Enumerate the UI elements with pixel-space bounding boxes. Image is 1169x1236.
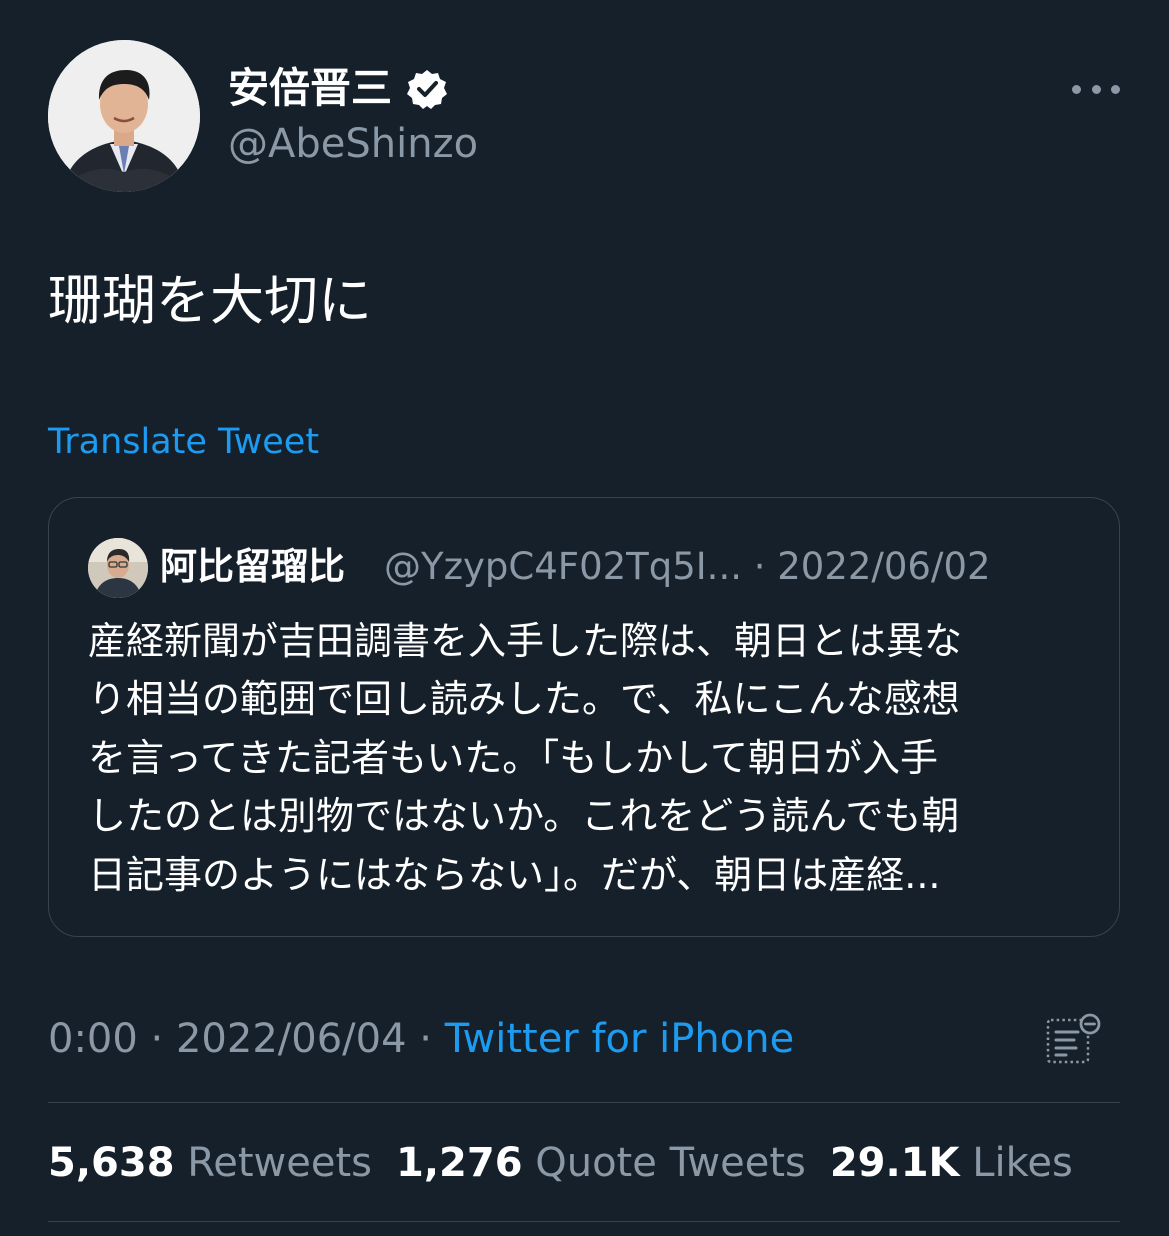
profile-photo-icon xyxy=(48,40,200,192)
quoted-author-meta: @YzypC4F02Tq5I... · 2022/06/02 xyxy=(384,542,991,592)
divider xyxy=(48,1221,1120,1222)
tweet-meta: 0:00 · 2022/06/04 · Twitter for iPhone xyxy=(48,1014,794,1064)
dot xyxy=(1111,84,1120,94)
meta-separator: · xyxy=(753,545,766,588)
quoted-author-handle: @YzypC4F02Tq5I... xyxy=(384,545,742,588)
tweet-time[interactable]: 0:00 xyxy=(48,1016,138,1062)
divider xyxy=(48,1102,1120,1103)
dot xyxy=(1091,84,1101,94)
likes-label: Likes xyxy=(972,1140,1073,1186)
likes-stat[interactable]: 29.1K Likes xyxy=(830,1140,1073,1186)
quoted-author-display-name: 阿比留瑠比 xyxy=(160,545,345,588)
tweet-date[interactable]: 2022/06/04 xyxy=(176,1016,407,1062)
tweet-source-link[interactable]: Twitter for iPhone xyxy=(445,1016,795,1062)
dot xyxy=(1072,84,1081,94)
tweet-text: 珊瑚を大切に xyxy=(48,269,372,332)
translate-tweet-link[interactable]: Translate Tweet xyxy=(48,420,319,464)
quoted-text-line: を言ってきた記者もいた。「もしかして朝日が入手 xyxy=(88,735,939,780)
quoted-text-line: り相当の範囲で回し読みした。で、私にこんな感想 xyxy=(88,677,960,722)
quoted-text-line: 日記事のようにはならない」。だが、朝日は産経... xyxy=(88,852,941,897)
quoted-tweet-text: 産経新聞が吉田調書を入手した際は、朝日とは異な り相当の範囲で回し読みした。で、… xyxy=(88,612,1088,904)
quote-tweets-stat[interactable]: 1,276 Quote Tweets xyxy=(396,1140,806,1186)
quoted-tweet-date: 2022/06/02 xyxy=(777,545,991,588)
likes-count: 29.1K xyxy=(829,1140,960,1186)
verified-badge-icon xyxy=(406,68,448,110)
author-avatar[interactable] xyxy=(48,40,200,192)
tweet-stats: 5,638 Retweets 1,276 Quote Tweets 29.1K Li… xyxy=(48,1136,1097,1190)
quoted-profile-photo-icon xyxy=(88,538,148,598)
analytics-icon[interactable] xyxy=(1044,1012,1102,1066)
quoted-author-avatar[interactable] xyxy=(88,538,148,598)
quote-tweets-count: 1,276 xyxy=(396,1140,523,1186)
retweets-count: 5,638 xyxy=(48,1140,175,1186)
quoted-text-line: 産経新聞が吉田調書を入手した際は、朝日とは異な xyxy=(88,619,963,663)
quoted-text-line: したのとは別物ではないか。これをどう読んでも朝 xyxy=(88,794,960,839)
quote-tweets-label: Quote Tweets xyxy=(535,1140,806,1186)
more-options-icon[interactable] xyxy=(1072,72,1120,106)
author-handle[interactable]: @AbeShinzo xyxy=(228,118,478,170)
retweets-stat[interactable]: 5,638 Retweets xyxy=(48,1140,372,1186)
meta-separator: · xyxy=(137,1016,176,1062)
meta-separator: · xyxy=(406,1016,445,1062)
author-display-name[interactable]: 安倍晋三 xyxy=(228,62,392,114)
retweets-label: Retweets xyxy=(187,1140,372,1186)
